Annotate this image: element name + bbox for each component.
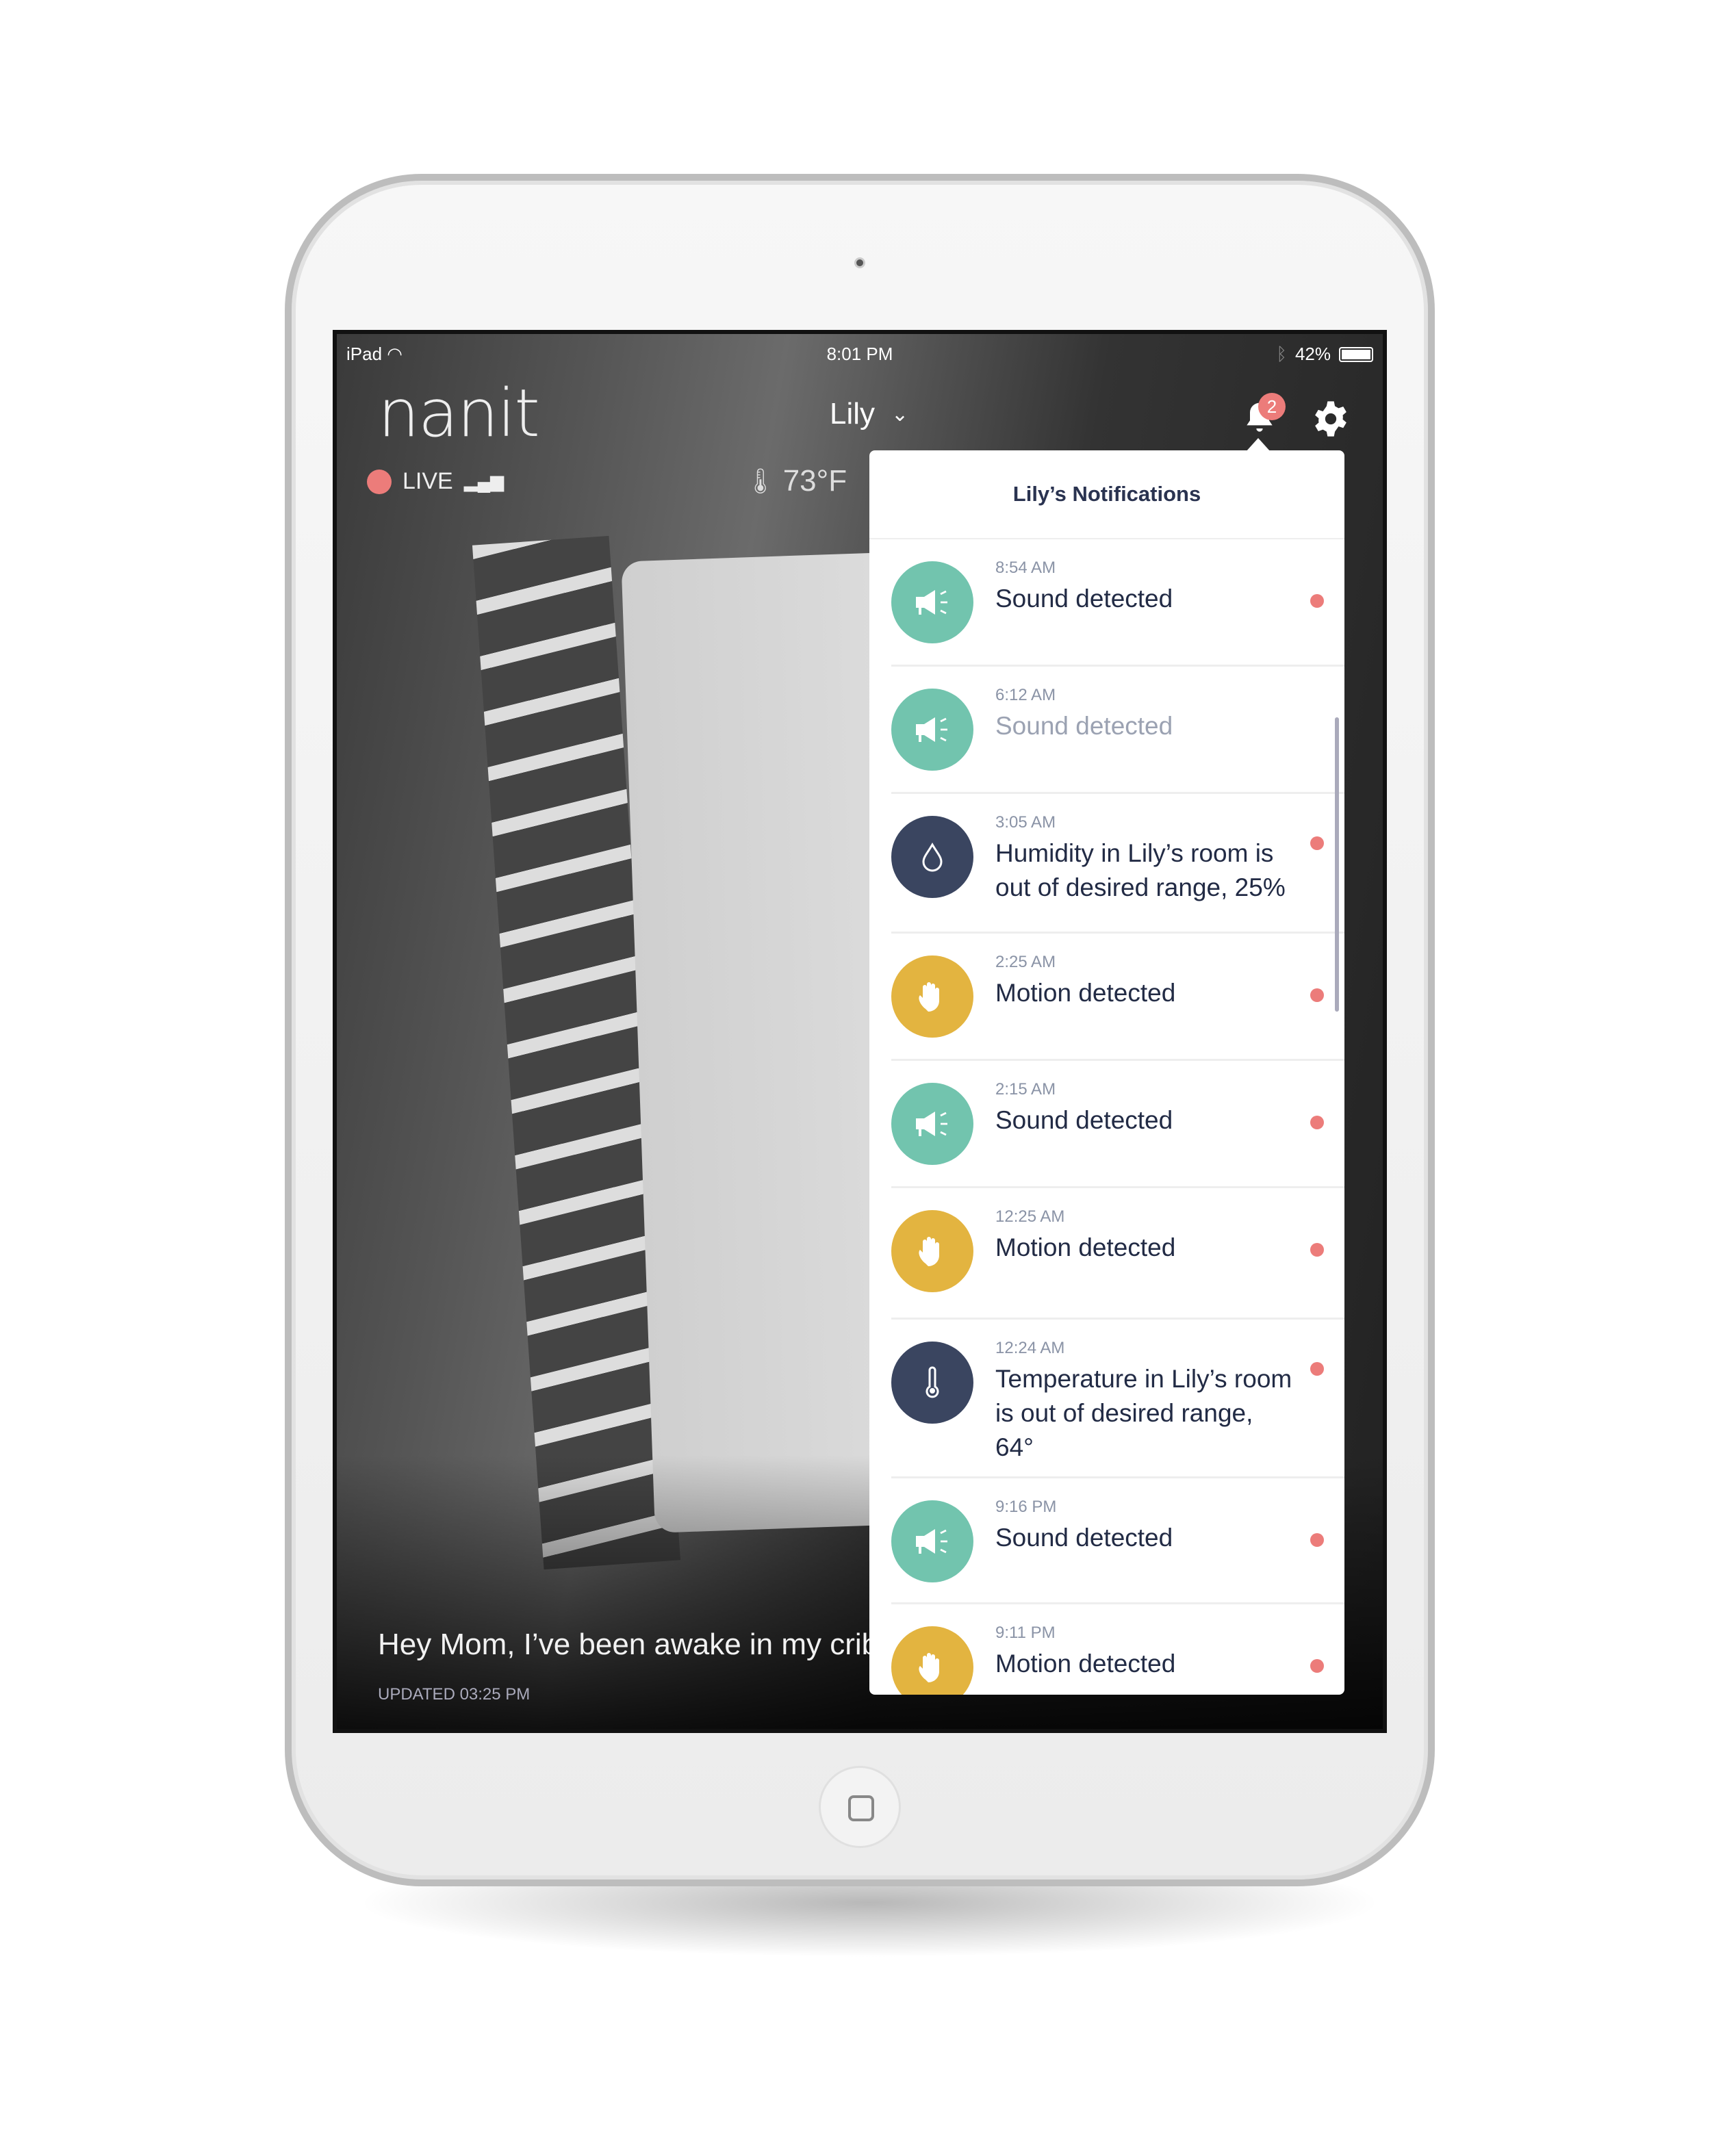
unread-dot	[1310, 594, 1324, 608]
live-indicator: LIVE ▂▄▆	[367, 468, 504, 495]
sound-icon-circle	[891, 1083, 973, 1165]
notification-item[interactable]: 2:15 AM Sound detected	[891, 1061, 1344, 1188]
notification-text: Sound detected	[995, 712, 1173, 740]
unread-dot	[1310, 1243, 1324, 1257]
notification-text: Motion detected	[995, 1233, 1176, 1261]
megaphone-icon	[916, 717, 947, 742]
notification-list[interactable]: 8:54 AM Sound detected 6:12 AM Sound detect…	[869, 539, 1344, 1695]
baby-name: Lily	[830, 397, 876, 431]
unread-dot	[1310, 1116, 1324, 1129]
megaphone-icon	[916, 1112, 947, 1136]
hand-wave-icon	[919, 1653, 939, 1682]
notification-text: Sound detected	[995, 1106, 1173, 1134]
live-dot	[367, 469, 392, 494]
home-square-icon	[848, 1795, 874, 1821]
notification-time: 12:25 AM	[995, 1207, 1065, 1226]
thermometer-icon	[926, 1366, 939, 1398]
notification-text: Sound detected	[995, 1524, 1173, 1552]
droplet-icon	[922, 843, 943, 872]
megaphone-icon	[916, 590, 947, 615]
notification-item[interactable]: 8:54 AM Sound detected	[891, 539, 1344, 667]
notification-item[interactable]: 12:25 AM Motion detected	[891, 1188, 1344, 1320]
notification-time: 9:11 PM	[995, 1624, 1056, 1642]
unread-dot	[1310, 836, 1324, 850]
unread-dot	[1310, 1362, 1324, 1376]
updated-time: UPDATED 03:25 PM	[378, 1685, 531, 1704]
notification-item[interactable]: 12:24 AM Temperature in Lily’s room is ou…	[891, 1320, 1344, 1478]
sound-icon-circle	[891, 689, 973, 771]
temperature-value: 73°F	[782, 464, 847, 498]
humidity-icon-circle	[891, 816, 973, 898]
battery-icon	[1339, 346, 1373, 362]
notification-badge: 2	[1258, 393, 1286, 420]
notification-text: Humidity in Lily’s room is out of desire…	[995, 839, 1286, 901]
screen: iPad ◠ 8:01 PM ᛒ 42% nanit Lily ⌄ 2 LIVE ▂▄…	[333, 330, 1387, 1733]
gear-icon[interactable]	[1312, 400, 1350, 438]
hand-wave-icon	[919, 1237, 939, 1266]
notification-item[interactable]: 9:11 PM Motion detected	[891, 1604, 1344, 1695]
bluetooth-icon: ᛒ	[1276, 344, 1287, 364]
popover-arrow	[1246, 438, 1271, 452]
notification-item[interactable]: 9:16 PM Sound detected	[891, 1478, 1344, 1604]
notifications-title: Lily’s Notifications	[869, 450, 1344, 539]
nanit-logo: nanit	[378, 375, 540, 452]
notification-time: 2:15 AM	[995, 1080, 1056, 1099]
hand-wave-icon	[919, 982, 939, 1012]
notification-item[interactable]: 3:05 AM Humidity in Lily’s room is out of…	[891, 794, 1344, 934]
baby-selector[interactable]: Lily ⌄	[830, 397, 908, 431]
notification-text: Motion detected	[995, 1650, 1176, 1678]
sound-icon-circle	[891, 1500, 973, 1582]
notification-time: 9:16 PM	[995, 1498, 1057, 1516]
motion-icon-circle	[891, 955, 973, 1038]
status-bar: iPad ◠ 8:01 PM ᛒ 42%	[337, 344, 1383, 371]
battery-percent: 42%	[1294, 344, 1331, 364]
notification-time: 3:05 AM	[995, 813, 1056, 832]
notification-item[interactable]: 6:12 AM Sound detected	[891, 667, 1344, 794]
notification-text: Sound detected	[995, 585, 1173, 613]
notification-time: 6:12 AM	[995, 686, 1056, 704]
unread-dot	[1310, 1533, 1324, 1547]
notification-time: 8:54 AM	[995, 559, 1056, 577]
front-camera	[854, 257, 865, 268]
megaphone-icon	[916, 1529, 947, 1554]
notifications-panel: Lily’s Notifications 8:54 AM Sound detect…	[869, 450, 1344, 1695]
motion-icon-circle	[891, 1626, 973, 1695]
live-label: LIVE	[403, 468, 453, 494]
notification-time: 12:24 AM	[995, 1339, 1065, 1357]
signal-icon: ▂▄▆	[463, 471, 505, 491]
motion-icon-circle	[891, 1210, 973, 1292]
status-time: 8:01 PM	[826, 344, 893, 364]
scrollbar[interactable]	[1335, 717, 1339, 1012]
notification-text: Motion detected	[995, 979, 1176, 1007]
home-button[interactable]	[819, 1766, 901, 1848]
status-right: ᛒ 42%	[1276, 344, 1373, 365]
unread-dot	[1310, 988, 1324, 1002]
thermometer-icon: 🌡︎	[745, 467, 776, 495]
sound-icon-circle	[891, 561, 973, 643]
status-caption: Hey Mom, I’ve been awake in my crib	[378, 1628, 879, 1661]
unread-dot	[1310, 1659, 1324, 1673]
notification-item[interactable]: 2:25 AM Motion detected	[891, 934, 1344, 1061]
chevron-down-icon: ⌄	[891, 402, 909, 426]
humidity-icon-circle	[891, 1342, 973, 1424]
notification-text: Temperature in Lily’s room is out of des…	[995, 1365, 1292, 1461]
room-temperature: 🌡︎ 73°F	[745, 464, 847, 498]
notification-time: 2:25 AM	[995, 953, 1056, 971]
